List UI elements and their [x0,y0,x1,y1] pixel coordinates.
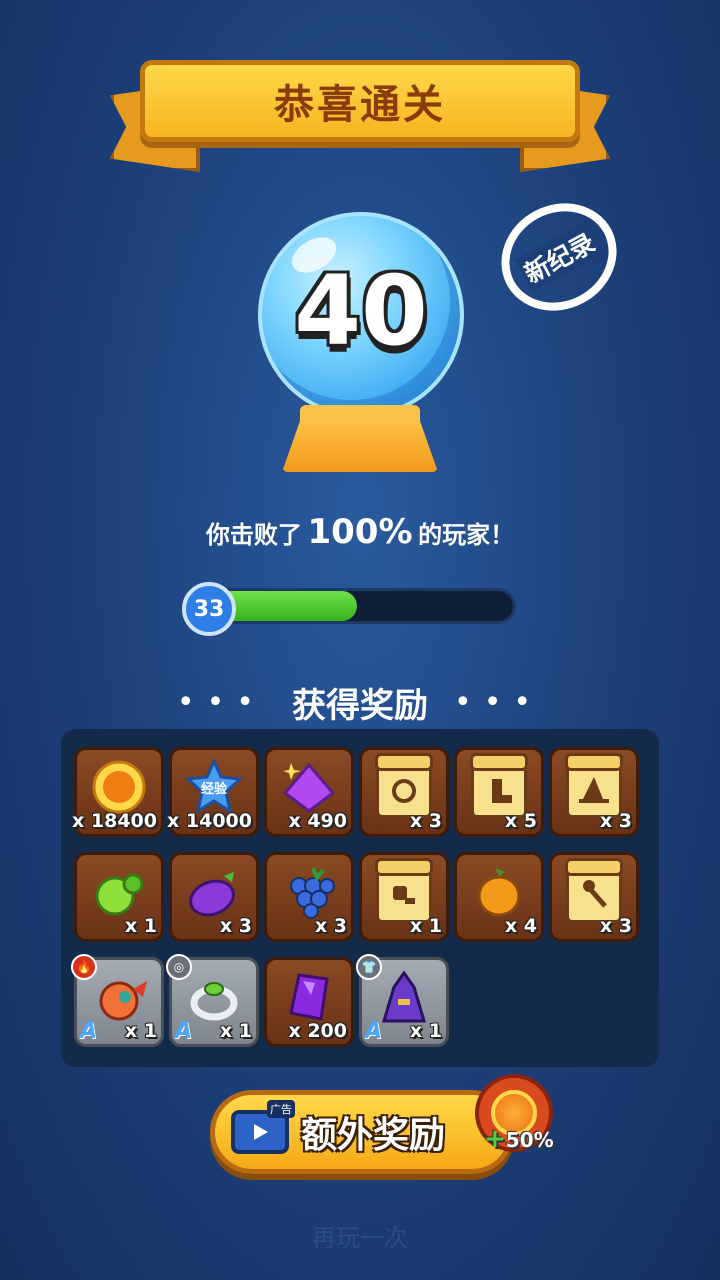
reward-count: x 1 [409,915,442,937]
scroll-ring-icon [375,752,433,818]
dragon-pet-icon [99,980,147,1021]
reward-count: x 3 [409,810,442,832]
scroll-staff-icon [565,857,623,923]
reward-count: x 200 [288,1020,347,1042]
bonus-value: 50% [505,1128,554,1152]
purple-robe-icon [381,970,427,1023]
reward-count: x 1 [219,1020,252,1042]
reward-count: x 1 [124,1020,157,1042]
silver-ring-icon [190,981,238,1021]
reward-count: x 490 [288,810,347,832]
reward-item-purple-crystal[interactable]: x 200 [264,957,354,1047]
reward-item-scroll-hat[interactable]: x 3 [549,747,639,837]
reward-item-eggplant[interactable]: x 3 [169,852,259,942]
grapes-icon [290,867,335,919]
scroll-boot-icon [470,752,528,818]
rewards-header: ••• 获得奖励 ••• [0,678,720,727]
reward-count: x 3 [599,810,632,832]
grade-badge: A [365,1019,383,1044]
defeat-prefix: 你击败了 [205,521,302,549]
reward-count: x 1 [124,915,157,937]
dots-right-icon: ••• [454,685,544,720]
reward-item-silver-ring[interactable]: ◎ A x 1 [166,954,259,1047]
tv-ad-icon: 广告 [231,1100,295,1154]
exp-label: 经验 [201,781,228,797]
reward-count: x 18400 [72,810,157,832]
reward-item-scroll-staff[interactable]: x 3 [549,852,639,942]
reward-count: x 1 [409,1020,442,1042]
purple-crystal-icon [289,973,329,1021]
reward-count: x 3 [599,915,632,937]
faded-replay-text: 再玩一次 [312,1224,408,1252]
reward-item-scroll-boot[interactable]: x 5 [454,747,544,837]
title-banner: 恭喜通关 [110,60,610,172]
level-badge: 33 [182,582,236,636]
reward-item-purple-robe[interactable]: 👕 A x 1 [356,954,449,1047]
reward-item-orange-fruit[interactable]: x 4 [454,852,544,942]
scroll-hat-icon [565,752,623,818]
gold-coin-icon [92,760,146,814]
orb-stand-top [300,405,420,425]
bonus-percent: +50% [484,1124,554,1154]
reward-item-exp[interactable]: 经验 x 14000 [167,747,259,837]
reward-item-grapes[interactable]: x 3 [264,852,354,942]
score-value: 40 [294,255,428,367]
defeat-percent: 100% [307,512,413,552]
orange-fruit-icon [477,867,521,917]
reward-count: x 4 [504,915,537,937]
exp-star-icon: 经验 [184,758,244,815]
eggplant-icon [189,871,235,917]
reward-count: x 3 [314,915,347,937]
reward-count: x 3 [219,915,252,937]
bonus-plus-icon: + [484,1124,506,1154]
scroll-meat-icon [375,857,433,923]
reward-count: x 5 [504,810,537,832]
reward-item-green-fruit[interactable]: x 1 [74,852,164,942]
purple-gem-icon [282,762,336,813]
defeat-suffix: 的玩家！ [418,521,515,549]
level-progress-bar [198,588,516,624]
banner-plate: 恭喜通关 [140,60,580,142]
green-fruit-icon [95,873,144,916]
grade-badge: A [80,1019,98,1044]
ad-tag: 广告 [267,1100,295,1118]
reward-item-gold-coin[interactable]: x 18400 [72,747,164,837]
reward-item-purple-gem[interactable]: x 490 [264,747,354,837]
defeat-text: 你击败了 100% 的玩家！ [0,512,720,552]
grade-badge: A [175,1019,193,1044]
rewards-panel: x 18400 经验 x 14000 x 490 x 3 x 5 x 3 x 1… [61,729,659,1067]
reward-count: x 14000 [167,810,252,832]
new-record-stamp: 新纪录 [482,183,636,331]
reward-item-scroll-meat[interactable]: x 1 [359,852,449,942]
banner-title: 恭喜通关 [274,82,446,128]
extra-reward-label: 额外奖励 [301,1115,446,1156]
new-record-label: 新纪录 [515,222,603,292]
reward-item-dragon-pet[interactable]: 🔥 A x 1 [71,954,164,1047]
extra-reward-button[interactable]: 广告 额外奖励 [210,1090,514,1174]
dots-left-icon: ••• [176,685,266,720]
reward-item-scroll-ring[interactable]: x 3 [359,747,449,837]
rewards-title: 获得奖励 [292,686,428,726]
